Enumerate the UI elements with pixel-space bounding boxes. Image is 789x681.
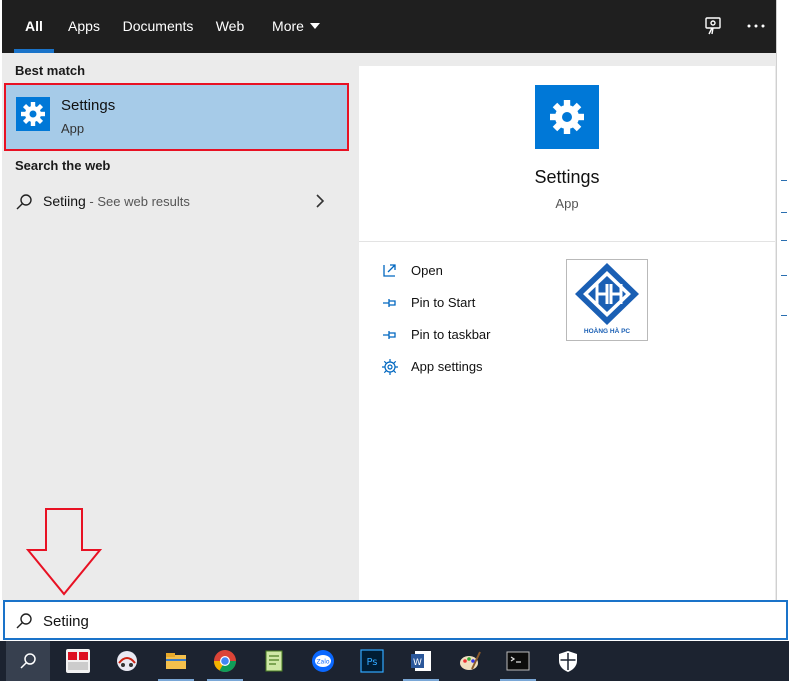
chrome-icon[interactable] [213,649,237,673]
paint-icon[interactable] [458,649,482,673]
logo-text: HOÀNG HÀ PC [583,328,631,335]
terminal-icon[interactable] [506,649,530,673]
notepad-icon[interactable] [262,649,286,673]
background-window-edge [776,0,789,600]
feedback-icon[interactable] [701,14,725,38]
taskbar-search-button[interactable] [6,641,50,681]
best-match-name: Settings [61,97,116,114]
snipping-tool-icon[interactable] [115,649,139,673]
down-arrow-annotation [26,508,102,596]
search-icon [15,612,33,630]
action-label: Open [411,263,443,278]
detail-app-name: Settings [534,167,600,187]
chevron-down-icon [309,23,320,29]
action-pin-to-taskbar[interactable]: Pin to taskbar [381,323,541,347]
search-input[interactable] [43,608,743,634]
action-label: Pin to taskbar [411,327,491,342]
action-label: Pin to Start [411,295,476,310]
detail-app-type: App [555,196,579,211]
photoshop-icon[interactable]: Ps [360,649,384,673]
tab-apps[interactable]: Apps [62,0,106,53]
open-icon [381,262,399,280]
best-match-type: App [61,121,85,136]
svg-text:Ps: Ps [366,657,377,668]
zalo-icon[interactable]: Zalo [311,649,335,673]
detail-pane: Settings App Open Pin to Start Pin to ta… [359,66,775,600]
pin-icon [381,294,399,312]
hoang-ha-pc-logo: HOÀNG HÀ PC [566,259,648,341]
tab-more[interactable]: More [264,0,328,53]
action-open[interactable]: Open [381,259,541,283]
action-app-settings[interactable]: App settings [381,355,541,379]
shield-icon[interactable] [556,649,580,673]
best-match-heading: Best match [15,63,86,78]
divider [359,241,775,242]
tab-documents[interactable]: Documents [116,0,200,53]
gear-icon [535,85,599,149]
taskbar: Zalo Ps W [0,641,789,681]
web-results-hint: - See web results [85,194,190,209]
tab-all[interactable]: All [14,0,54,53]
action-pin-to-start[interactable]: Pin to Start [381,291,541,315]
search-icon [20,653,36,669]
svg-text:W: W [413,658,422,668]
gear-icon [381,358,399,376]
word-icon[interactable]: W [409,649,433,673]
unikey-icon[interactable] [66,649,90,673]
file-explorer-icon[interactable] [164,649,188,673]
action-label: App settings [411,359,483,374]
search-filter-tabs: All Apps Documents Web More [2,0,776,53]
web-query: Setiing [43,193,86,209]
more-options-icon[interactable] [744,14,768,38]
search-box[interactable] [3,600,788,640]
web-search-result[interactable]: Setiing - See web results [2,185,350,217]
search-icon [15,193,33,216]
best-match-result[interactable]: Settings App [4,83,349,151]
search-web-heading: Search the web [15,158,111,173]
svg-text:Zalo: Zalo [316,659,329,666]
gear-icon [16,97,50,131]
pin-icon [381,326,399,344]
tab-web[interactable]: Web [208,0,252,53]
chevron-right-icon[interactable] [314,193,326,209]
